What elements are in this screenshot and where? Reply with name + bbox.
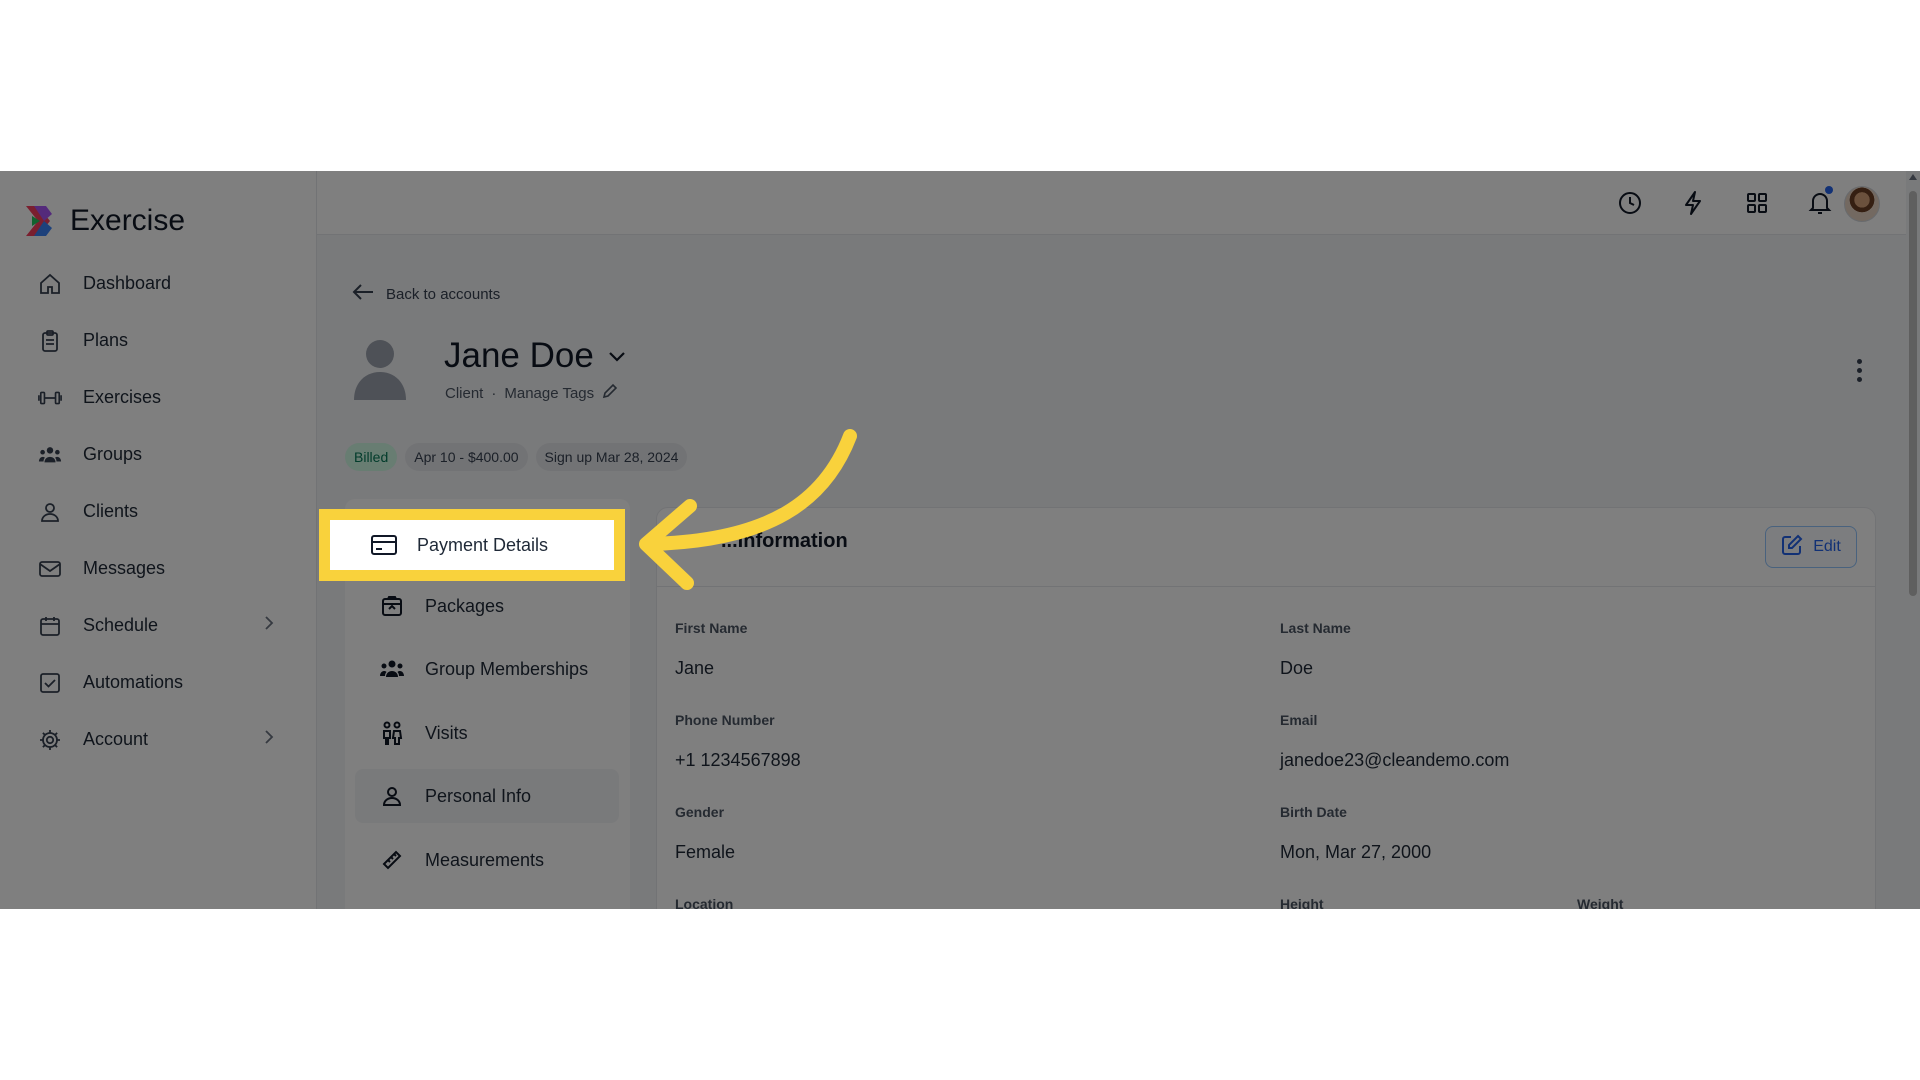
scroll-up-arrow-icon[interactable]	[1909, 174, 1917, 180]
email-label: Email	[1280, 712, 1318, 728]
sidebar-item-label: Messages	[83, 558, 166, 578]
sidebar-item-label: Groups	[83, 444, 143, 464]
sidebar-item-automations[interactable]: Automations	[0, 654, 316, 711]
chevron-down-icon[interactable]	[608, 350, 626, 368]
sidebar-item-groups[interactable]: Groups	[0, 426, 316, 483]
sidebar-item-clients[interactable]: Clients	[0, 483, 316, 540]
profile-subtitle: Client · Manage Tags	[445, 383, 618, 403]
location-label: Location	[675, 896, 734, 909]
notification-dot	[1825, 186, 1833, 194]
last-name-label: Last Name	[1280, 620, 1351, 636]
subnav-item-label: Visits	[425, 722, 468, 743]
sidebar-item-label: Plans	[83, 330, 129, 350]
subnav-item-label: Personal Info	[425, 785, 532, 806]
back-label: Back to accounts	[386, 285, 501, 303]
gender-label: Gender	[675, 804, 725, 820]
app-logo[interactable]: Exercise	[22, 204, 185, 238]
user-avatar[interactable]	[1844, 186, 1880, 222]
calendar-icon	[38, 614, 62, 638]
subnav-item-group-memberships[interactable]: Group Memberships	[355, 642, 619, 696]
manage-tags-link[interactable]: Manage Tags	[504, 385, 594, 402]
dumbbell-icon	[38, 386, 62, 410]
visits-icon	[379, 720, 405, 746]
first-name-label: First Name	[675, 620, 748, 636]
arrow-left-icon	[352, 283, 374, 305]
height-label: Height	[1280, 896, 1324, 909]
edit-icon	[1781, 534, 1803, 561]
sidebar-item-dashboard[interactable]: Dashboard	[0, 255, 316, 312]
sidebar-item-label: Automations	[83, 672, 184, 692]
phone-value: +1 1234567898	[675, 750, 801, 770]
highlighted-payment-details[interactable]: Payment Details	[355, 515, 617, 575]
phone-label: Phone Number	[675, 712, 775, 728]
user-icon	[38, 500, 62, 524]
subnav-item-label: Group Memberships	[425, 658, 589, 679]
sidebar-item-label: Schedule	[83, 615, 159, 635]
pencil-icon[interactable]	[602, 383, 618, 403]
profile-avatar-placeholder	[352, 336, 408, 402]
billed-badge: Billed	[345, 443, 398, 471]
weight-label: Weight	[1577, 896, 1624, 909]
sidebar-item-messages[interactable]: Messages	[0, 540, 316, 597]
subnav-item-measurements[interactable]: Measurements	[355, 833, 619, 887]
group-icon	[38, 443, 62, 467]
sidebar-item-label: Clients	[83, 501, 139, 521]
chevron-right-icon[interactable]	[264, 615, 274, 636]
logo-icon	[22, 204, 56, 238]
checkbox-icon	[38, 671, 62, 695]
sidebar-item-label: Account	[83, 729, 149, 749]
more-options-icon[interactable]	[1857, 359, 1862, 382]
birth-date-value: Mon, Mar 27, 2000	[1280, 842, 1432, 862]
lightning-icon[interactable]	[1679, 189, 1707, 217]
scroll-thumb[interactable]	[1909, 191, 1917, 596]
subnav-item-visits[interactable]: Visits	[355, 706, 619, 760]
email-value: janedoe23@cleandemo.com	[1280, 750, 1510, 770]
credit-card-icon	[371, 532, 397, 558]
edit-button[interactable]: Edit	[1765, 526, 1857, 568]
sidebar-item-label: Dashboard	[83, 273, 172, 293]
sidebar-item-exercises[interactable]: Exercises	[0, 369, 316, 426]
sidebar-item-account[interactable]: Account	[0, 711, 316, 768]
sidebar-nav: Dashboard Plans Exercises Groups Clients…	[0, 255, 316, 768]
last-name-value: Doe	[1280, 658, 1314, 678]
page-scrollbar[interactable]	[1906, 171, 1920, 909]
sidebar-item-label: Exercises	[83, 387, 162, 407]
back-to-accounts-link[interactable]: Back to accounts	[352, 283, 500, 305]
sidebar-item-schedule[interactable]: Schedule	[0, 597, 316, 654]
mail-icon	[38, 557, 62, 581]
history-icon[interactable]	[1616, 189, 1644, 217]
top-header	[317, 171, 1920, 235]
edit-label: Edit	[1813, 538, 1841, 555]
package-icon	[379, 593, 405, 619]
apps-grid-icon[interactable]	[1743, 189, 1771, 217]
subnav-item-personal-info[interactable]: Personal Info	[355, 769, 619, 823]
subnav-item-label: Packages	[425, 595, 505, 616]
group-icon	[379, 656, 405, 682]
gear-icon	[38, 728, 62, 752]
billing-badge: Apr 10 - $400.00	[405, 443, 528, 471]
sidebar: Exercise Dashboard Plans Exercises Group…	[0, 171, 317, 909]
clipboard-icon	[38, 329, 62, 353]
user-icon	[379, 783, 405, 809]
tutorial-arrow-icon	[639, 429, 857, 590]
home-icon	[38, 272, 62, 296]
chevron-right-icon[interactable]	[264, 729, 274, 750]
app-window: Exercise Dashboard Plans Exercises Group…	[0, 171, 1920, 909]
client-name: Jane Doe	[444, 336, 594, 375]
ruler-icon	[379, 847, 405, 873]
gender-value: Female	[675, 842, 736, 862]
sidebar-item-plans[interactable]: Plans	[0, 312, 316, 369]
subtitle-separator: ·	[491, 384, 497, 402]
client-role: Client	[445, 384, 484, 402]
subnav-item-packages[interactable]: Packages	[355, 579, 619, 633]
highlighted-label: Payment Details	[417, 534, 549, 555]
first-name-value: Jane	[675, 658, 715, 678]
bell-icon[interactable]	[1806, 186, 1834, 217]
subnav-item-label: Measurements	[425, 849, 545, 870]
birth-date-label: Birth Date	[1280, 804, 1347, 820]
app-name: Exercise	[70, 204, 186, 237]
